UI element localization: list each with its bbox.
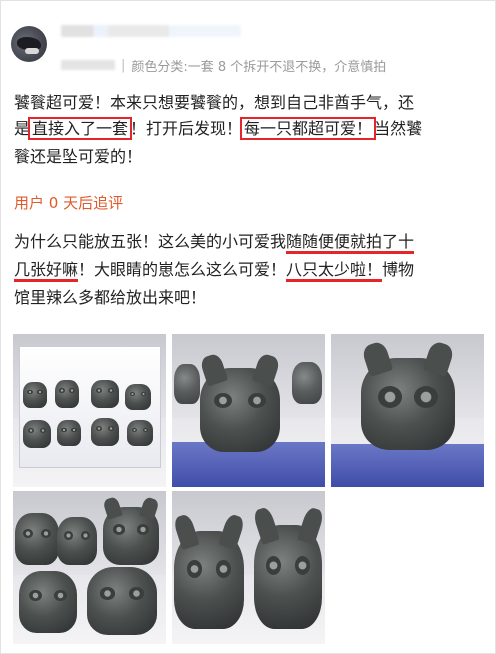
review-text: 饕餮超可爱！本来只想要饕餮的，想到自己非酋手气，还 — [14, 93, 415, 112]
review-line-3: 餮还是坠可爱的！ — [14, 144, 142, 170]
figure — [87, 567, 157, 635]
figure — [292, 362, 322, 404]
figure — [174, 364, 200, 404]
username-blurred[interactable] — [61, 25, 241, 37]
review-line-1: 饕餮超可爱！本来只想要饕餮的，想到自己非酋手气，还 — [14, 90, 414, 116]
photo-4[interactable] — [13, 491, 166, 644]
variant-info: 颜色分类:一套 8 个拆开不退不换，介意慎拍 — [131, 59, 387, 75]
meta-separator: | — [121, 57, 126, 73]
photo-2[interactable] — [172, 334, 325, 487]
highlight-box-2: 每一只都超可爱！ — [240, 117, 377, 140]
underline-1: 随随便便就拍了十 — [286, 232, 415, 254]
figure — [23, 382, 47, 408]
meta-row: | 颜色分类:一套 8 个拆开不退不换，介意慎拍 — [61, 55, 386, 75]
figure — [57, 420, 81, 446]
review-card: | 颜色分类:一套 8 个拆开不退不换，介意慎拍 饕餮超可爱！本来只想要饕餮的，… — [0, 0, 496, 654]
avatar-detail — [25, 48, 39, 54]
review-line-2: 是直接入了一套 ！打开后发现！ 每一只都超可爱！ 当然饕 — [14, 116, 422, 142]
followup-line-2: 几张好嘛！大眼睛的崽怎么这么可爱！八只太少啦！博物 — [14, 257, 414, 283]
followup-text: 为什么只能放五张！这么美的小可爱我 — [14, 232, 287, 251]
figure — [15, 513, 59, 565]
display-stand — [331, 444, 484, 487]
followup-label: 用户 0 天后追评 — [14, 194, 124, 212]
date-blurred — [61, 60, 115, 70]
review-text: 当然饕 — [374, 119, 423, 138]
figure — [23, 420, 51, 448]
followup-line-3: 馆里辣么多都给放出来吧！ — [14, 285, 206, 311]
highlight-box-1: 直接入了一套 — [28, 117, 133, 140]
followup-text: ！大眼睛的崽怎么这么可爱！ — [78, 260, 287, 279]
figure — [57, 517, 97, 565]
figure — [251, 506, 325, 629]
followup-text: 博物 — [382, 260, 415, 279]
underline-2: 几张好嘛 — [14, 260, 79, 282]
figure — [55, 380, 79, 408]
avatar[interactable] — [11, 26, 47, 62]
photo-3[interactable] — [331, 334, 484, 487]
figure — [127, 420, 153, 446]
figure — [125, 384, 151, 410]
photo-1[interactable] — [13, 334, 166, 487]
underline-3: 八只太少啦！ — [286, 260, 383, 282]
followup-text: 馆里辣么多都给放出来吧！ — [14, 288, 207, 307]
figure — [102, 495, 160, 565]
figure — [91, 380, 119, 408]
figure — [172, 513, 246, 629]
big-eye-mask-figure — [360, 340, 456, 450]
followup-line-1: 为什么只能放五张！这么美的小可爱我随随便便就拍了十 — [14, 229, 415, 255]
photo-5[interactable] — [172, 491, 325, 644]
figure — [19, 571, 77, 633]
review-text: ！打开后发现！ — [130, 119, 243, 138]
taotie-figure — [199, 352, 281, 452]
review-text: 餮还是坠可爱的！ — [14, 147, 143, 166]
figure — [91, 418, 119, 446]
